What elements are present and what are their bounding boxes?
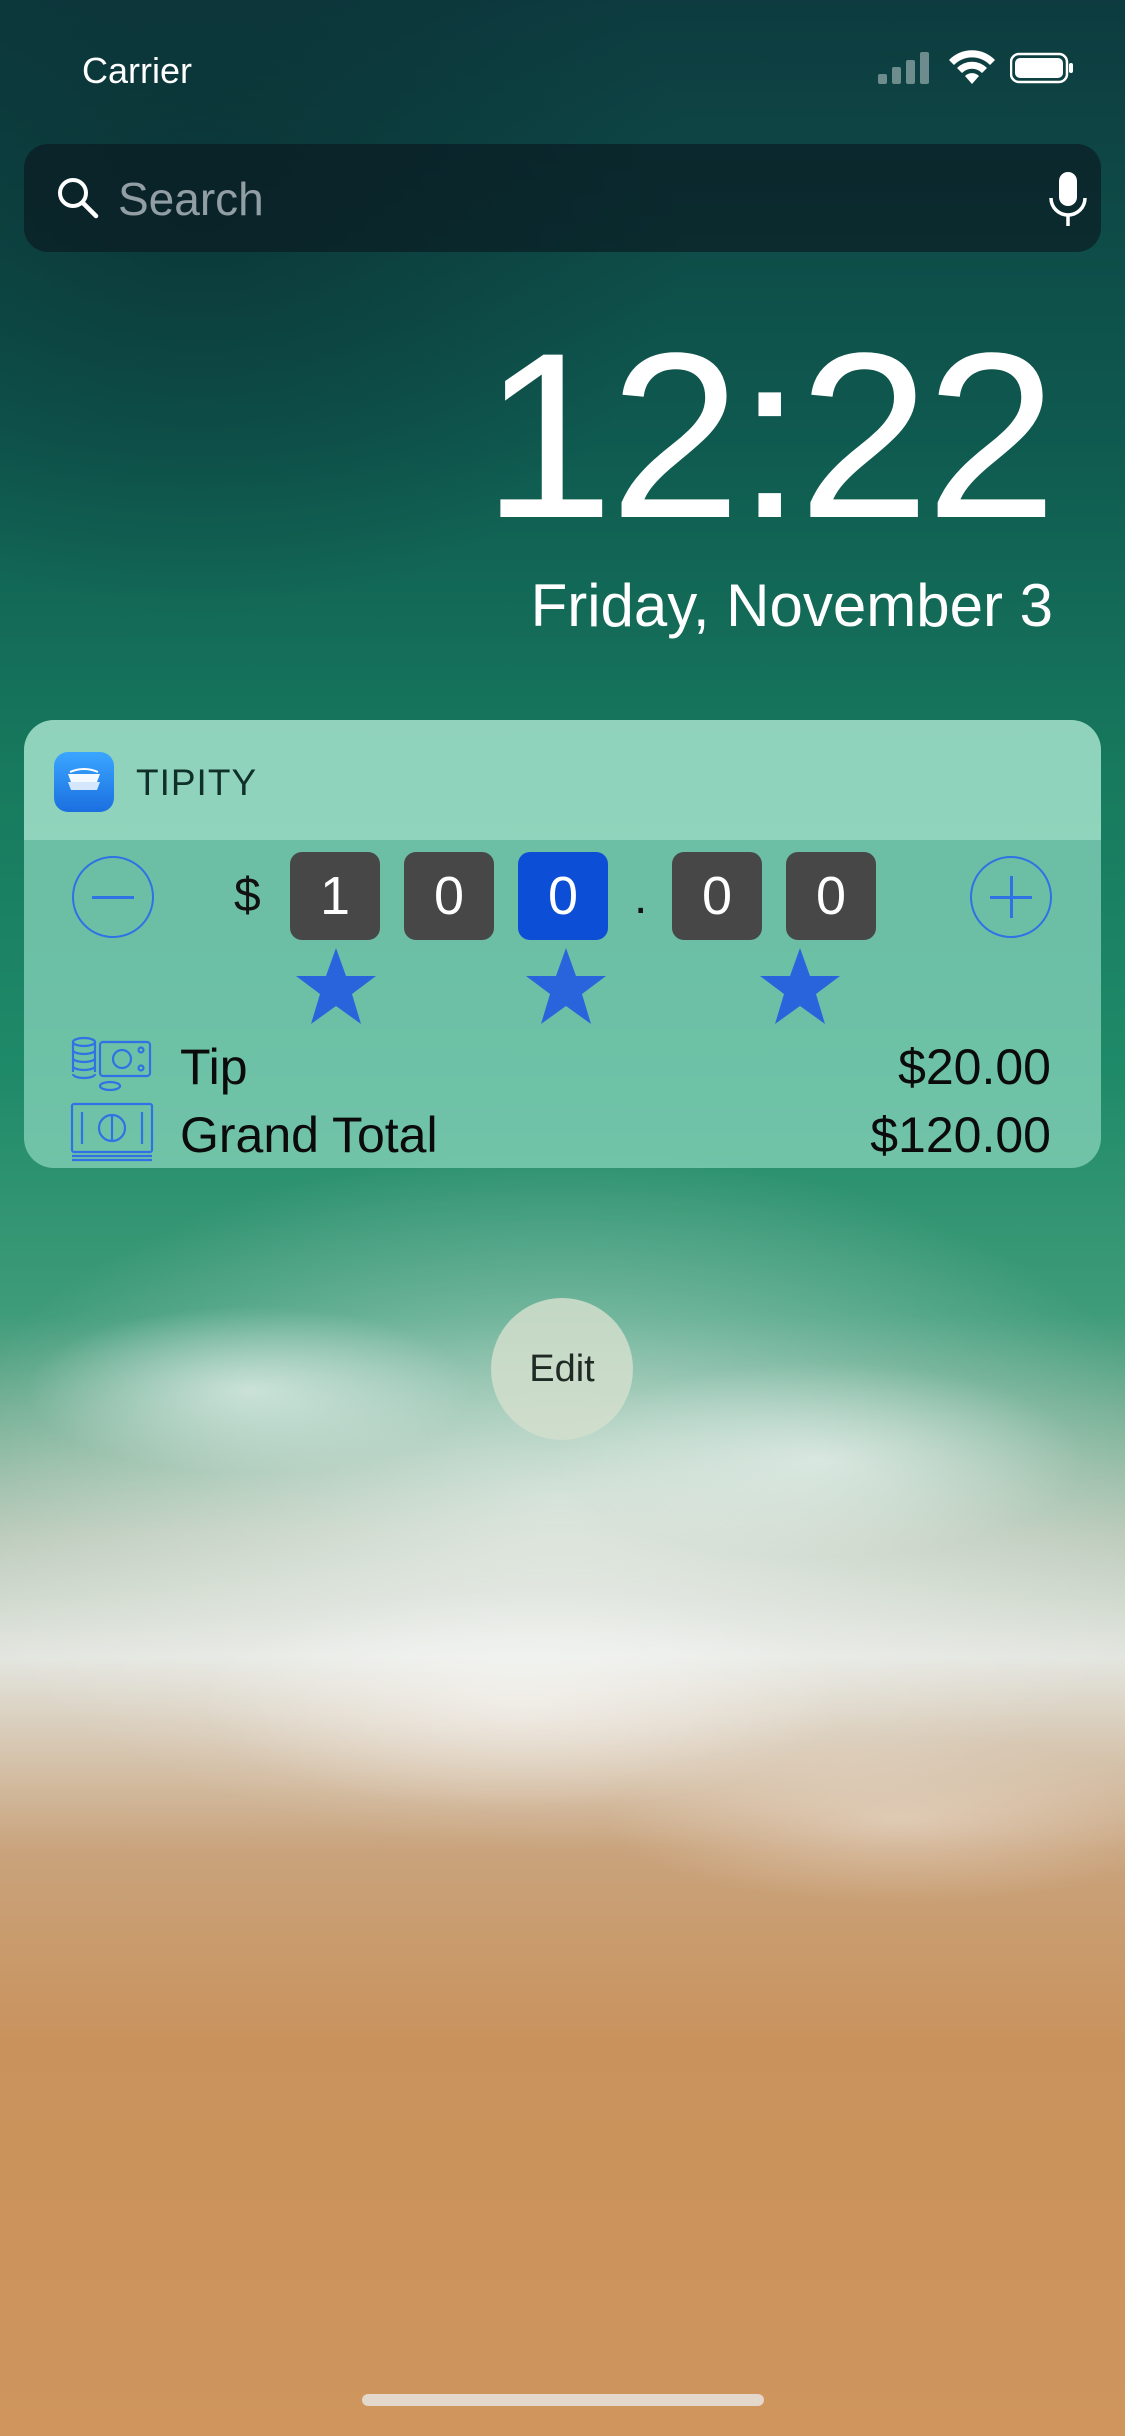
currency-symbol: $ — [234, 869, 261, 922]
search-icon — [58, 178, 99, 219]
tip-row: Tip $20.00 — [24, 1030, 1101, 1096]
banknotes-icon — [70, 1102, 154, 1162]
rating-star-icon[interactable] — [758, 946, 842, 1026]
grand-total-label: Grand Total — [180, 1107, 438, 1163]
amount-digit[interactable]: 0 — [404, 852, 494, 940]
lock-screen-date: Friday, November 3 — [530, 572, 1053, 639]
rating-star-icon[interactable] — [294, 946, 378, 1026]
tipity-app-icon — [54, 752, 114, 812]
widget-app-name: TIPITY — [136, 762, 258, 803]
coins-icon — [71, 1036, 152, 1092]
battery-icon — [1010, 52, 1073, 84]
edit-widgets-button[interactable]: Edit — [491, 1298, 633, 1440]
amount-cents-digit[interactable]: 0 — [672, 852, 762, 940]
rating-star-icon[interactable] — [524, 946, 608, 1026]
decrease-amount-button[interactable] — [72, 856, 154, 938]
widget-header: TIPITY — [24, 720, 1101, 840]
grand-total-row: Grand Total $120.00 — [24, 1098, 1101, 1164]
lock-screen-time: 12:22 — [482, 304, 1057, 568]
tip-label: Tip — [180, 1039, 248, 1095]
search-bar[interactable] — [24, 144, 1101, 252]
grand-total-value: $120.00 — [870, 1107, 1051, 1163]
cellular-signal-icon — [878, 52, 929, 84]
home-indicator[interactable] — [362, 2394, 764, 2406]
minus-icon — [92, 896, 134, 899]
amount-digit[interactable]: 1 — [290, 852, 380, 940]
decimal-point: . — [634, 871, 648, 924]
carrier-label: Carrier — [82, 50, 193, 91]
tip-value: $20.00 — [898, 1039, 1051, 1095]
search-input[interactable] — [116, 168, 1000, 230]
wifi-icon — [949, 50, 995, 84]
amount-digit-selected[interactable]: 0 — [518, 852, 608, 940]
tipity-widget[interactable]: TIPITY $ 1 0 0 . 0 0 Tip $20.00 Grand To… — [24, 720, 1101, 1168]
status-bar: Carrier — [0, 0, 1125, 140]
amount-cents-digit[interactable]: 0 — [786, 852, 876, 940]
microphone-icon[interactable] — [1044, 170, 1092, 230]
increase-amount-button[interactable] — [970, 856, 1052, 938]
